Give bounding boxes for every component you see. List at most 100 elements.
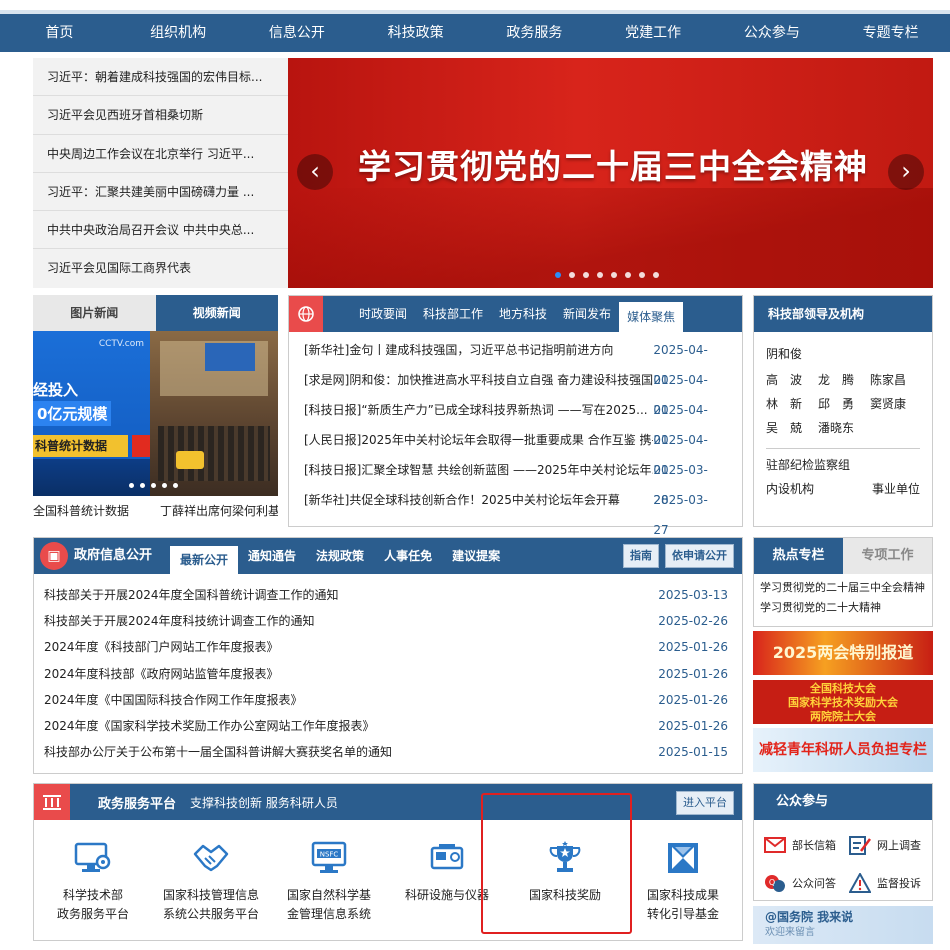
news-image-stats[interactable]: CCTV.com 经投入 0亿元规模 科普统计数据 xyxy=(33,331,150,496)
tab-current-affairs[interactable]: 时政要闻 xyxy=(351,296,415,332)
pic-caption[interactable]: 丁薛祥出席何梁何利基 xyxy=(150,496,278,527)
promo-banner-tech-conference[interactable]: 全国科技大会 国家科学技术奖励大会 两院院士大会 xyxy=(753,680,933,724)
news-row[interactable]: [科技日报]汇聚全球智慧 共绘创新蓝图 ——2025年中关村论坛年... 2025… xyxy=(289,455,742,507)
service-item[interactable]: 国家科技管理信息 系统公共服务平台 xyxy=(152,840,270,924)
news-image-meeting[interactable] xyxy=(150,331,278,496)
carousel-dot[interactable] xyxy=(569,272,575,278)
gov-info-row[interactable]: 2024年度《中国国际科技合作网工作年度报表》 2025-01-26 xyxy=(34,687,742,713)
tab-notices[interactable]: 通知通告 xyxy=(238,538,306,574)
nav-tech-policy[interactable]: 科技政策 xyxy=(356,14,475,52)
carousel-dot[interactable] xyxy=(583,272,589,278)
tab-special-work[interactable]: 专项工作 xyxy=(843,538,932,574)
nav-party-building[interactable]: 党建工作 xyxy=(594,14,713,52)
news-row[interactable]: [科技日报]“新质生产力”已成全球科技界新热词 ——写在2025... 2025-… xyxy=(289,395,742,447)
news-title[interactable]: [科技日报]汇聚全球智慧 共绘创新蓝图 ——2025年中关村论坛年... xyxy=(304,455,653,485)
carousel-dot[interactable] xyxy=(653,272,659,278)
carousel-dot[interactable] xyxy=(639,272,645,278)
gov-info-title-text[interactable]: 科技部办公厅关于公布第十一届全国科普讲解大赛获奖名单的通知 xyxy=(44,739,392,765)
headline-item[interactable]: 中共中央政治局召开会议 中共中央总... xyxy=(33,211,288,250)
promo-banner-young-researchers[interactable]: 减轻青年科研人员负担专栏 xyxy=(753,728,933,772)
leader-name[interactable]: 潘晓东 xyxy=(818,416,854,440)
service-item[interactable]: 国家科技成果 转化引导基金 xyxy=(624,840,742,924)
carousel-next-icon[interactable]: › xyxy=(888,154,924,190)
carousel-dot[interactable] xyxy=(625,272,631,278)
carousel-dot[interactable] xyxy=(140,483,145,488)
nav-gov-service[interactable]: 政务服务 xyxy=(475,14,594,52)
headline-item[interactable]: 习近平：朝着建成科技强国的宏伟目标... xyxy=(33,58,288,97)
gov-info-row[interactable]: 科技部关于开展2024年度全国科普统计调查工作的通知 2025-03-13 xyxy=(34,582,742,608)
carousel-dot[interactable] xyxy=(162,483,167,488)
leader-name[interactable]: 阴和俊 xyxy=(766,342,920,366)
tab-video-news[interactable]: 视频新闻 xyxy=(155,295,278,331)
gov-info-title-text[interactable]: 科技部关于开展2024年度科技统计调查工作的通知 xyxy=(44,608,315,634)
leader-name[interactable]: 吴 兢 xyxy=(766,416,802,440)
org-link[interactable]: 驻部纪检监察组 xyxy=(766,453,920,477)
public-item-mailbox[interactable]: 部长信箱 xyxy=(758,826,843,864)
hot-topic-link[interactable]: 学习贯彻党的二十届三中全会精神 xyxy=(754,578,932,598)
nav-special-topics[interactable]: 专题专栏 xyxy=(831,14,950,52)
gov-info-title-text[interactable]: 2024年度《中国国际科技合作网工作年度报表》 xyxy=(44,687,303,713)
tab-latest-disclosure[interactable]: 最新公开 xyxy=(170,546,239,574)
guide-button[interactable]: 指南 xyxy=(623,544,659,568)
gov-info-title-text[interactable]: 2024年度《科技部门户网站工作年度报表》 xyxy=(44,634,279,660)
news-row[interactable]: [人民日报]2025年中关村论坛年会取得一批重要成果 合作互鉴 携手... 202… xyxy=(289,425,742,477)
pic-caption[interactable]: 全国科普统计数据 xyxy=(33,496,150,527)
tab-press-release[interactable]: 新闻发布 xyxy=(555,296,619,332)
hero-carousel[interactable]: 学习贯彻党的二十届三中全会精神 ‹ › xyxy=(288,58,933,288)
news-row[interactable]: [新华社]金句丨建成科技强国，习近平总书记指明前进方向 2025-04-01 xyxy=(289,335,742,387)
org-link[interactable]: 内设机构 xyxy=(766,477,814,501)
nav-home[interactable]: 首页 xyxy=(0,14,119,52)
gov-info-row[interactable]: 2024年度《国家科学技术奖励工作办公室网站工作年度报表》 2025-01-26 xyxy=(34,713,742,739)
news-title[interactable]: [科技日报]“新质生产力”已成全球科技界新热词 ——写在2025... xyxy=(304,395,653,425)
hot-topic-link[interactable]: 学习贯彻党的二十大精神 xyxy=(754,598,932,618)
gov-info-row[interactable]: 科技部办公厅关于公布第十一届全国科普讲解大赛获奖名单的通知 2025-01-15 xyxy=(34,739,742,765)
headline-item[interactable]: 习近平：汇聚共建美丽中国磅礴力量 ... xyxy=(33,173,288,212)
leader-name[interactable]: 窦贤康 xyxy=(870,392,906,416)
public-item-qa[interactable]: Q 公众问答 xyxy=(758,864,843,902)
service-item[interactable]: NSFC 国家自然科学基 金管理信息系统 xyxy=(270,840,388,924)
leader-name[interactable]: 陈家昌 xyxy=(870,368,906,392)
apply-disclosure-button[interactable]: 依申请公开 xyxy=(665,544,734,568)
state-council-message-banner[interactable]: @国务院 我来说 欢迎来留言 xyxy=(753,906,933,944)
org-link[interactable]: 事业单位 xyxy=(872,477,920,501)
news-title[interactable]: [求是网]阴和俊：加快推进高水平科技自立自强 奋力建设科技强国 xyxy=(304,365,653,395)
nav-info-disclosure[interactable]: 信息公开 xyxy=(238,14,357,52)
leader-name[interactable]: 林 新 xyxy=(766,392,802,416)
gov-info-row[interactable]: 2024年度科技部《政府网站监管年度报表》 2025-01-26 xyxy=(34,661,742,687)
news-title[interactable]: [新华社]共促全球科技创新合作！2025中关村论坛年会开幕 xyxy=(304,485,653,515)
carousel-dot[interactable] xyxy=(611,272,617,278)
news-row[interactable]: [求是网]阴和俊：加快推进高水平科技自立自强 奋力建设科技强国 2025-04-0… xyxy=(289,365,742,417)
tab-personnel[interactable]: 人事任免 xyxy=(374,538,442,574)
gov-info-title-text[interactable]: 2024年度《国家科学技术奖励工作办公室网站工作年度报表》 xyxy=(44,713,375,739)
carousel-prev-icon[interactable]: ‹ xyxy=(297,154,333,190)
carousel-dot[interactable] xyxy=(597,272,603,278)
leader-name[interactable]: 龙 腾 xyxy=(818,368,854,392)
news-title[interactable]: [新华社]金句丨建成科技强国，习近平总书记指明前进方向 xyxy=(304,335,653,365)
tab-media-focus[interactable]: 媒体聚焦 xyxy=(619,302,684,332)
service-item[interactable]: 科学技术部 政务服务平台 xyxy=(34,840,152,924)
carousel-dot[interactable] xyxy=(173,483,178,488)
public-item-survey[interactable]: 网上调查 xyxy=(843,826,928,864)
tab-regulations[interactable]: 法规政策 xyxy=(306,538,374,574)
gov-info-title-text[interactable]: 2024年度科技部《政府网站监管年度报表》 xyxy=(44,661,279,687)
news-row[interactable]: [新华社]共促全球科技创新合作！2025中关村论坛年会开幕 2025-03-27 xyxy=(289,485,742,537)
tab-ministry-work[interactable]: 科技部工作 xyxy=(415,296,491,332)
carousel-dot[interactable] xyxy=(555,272,561,278)
tab-picture-news[interactable]: 图片新闻 xyxy=(33,295,156,331)
leader-name[interactable]: 高 波 xyxy=(766,368,802,392)
tab-hot-topics[interactable]: 热点专栏 xyxy=(754,538,843,574)
carousel-dot[interactable] xyxy=(151,483,156,488)
nav-organization[interactable]: 组织机构 xyxy=(119,14,238,52)
gov-info-row[interactable]: 2024年度《科技部门户网站工作年度报表》 2025-01-26 xyxy=(34,634,742,660)
tab-proposals[interactable]: 建议提案 xyxy=(442,538,510,574)
headline-item[interactable]: 中央周边工作会议在北京举行 习近平... xyxy=(33,135,288,173)
gov-info-row[interactable]: 科技部关于开展2024年度科技统计调查工作的通知 2025-02-26 xyxy=(34,608,742,634)
carousel-dot[interactable] xyxy=(129,483,134,488)
news-title[interactable]: [人民日报]2025年中关村论坛年会取得一批重要成果 合作互鉴 携手... xyxy=(304,425,653,455)
nav-public-participation[interactable]: 公众参与 xyxy=(713,14,832,52)
enter-platform-button[interactable]: 进入平台 xyxy=(676,791,734,815)
headline-item[interactable]: 习近平会见国际工商界代表 xyxy=(33,249,288,287)
headline-item[interactable]: 习近平会见西班牙首相桑切斯 xyxy=(33,96,288,135)
tab-local-tech[interactable]: 地方科技 xyxy=(491,296,555,332)
leader-name[interactable]: 邱 勇 xyxy=(818,392,854,416)
